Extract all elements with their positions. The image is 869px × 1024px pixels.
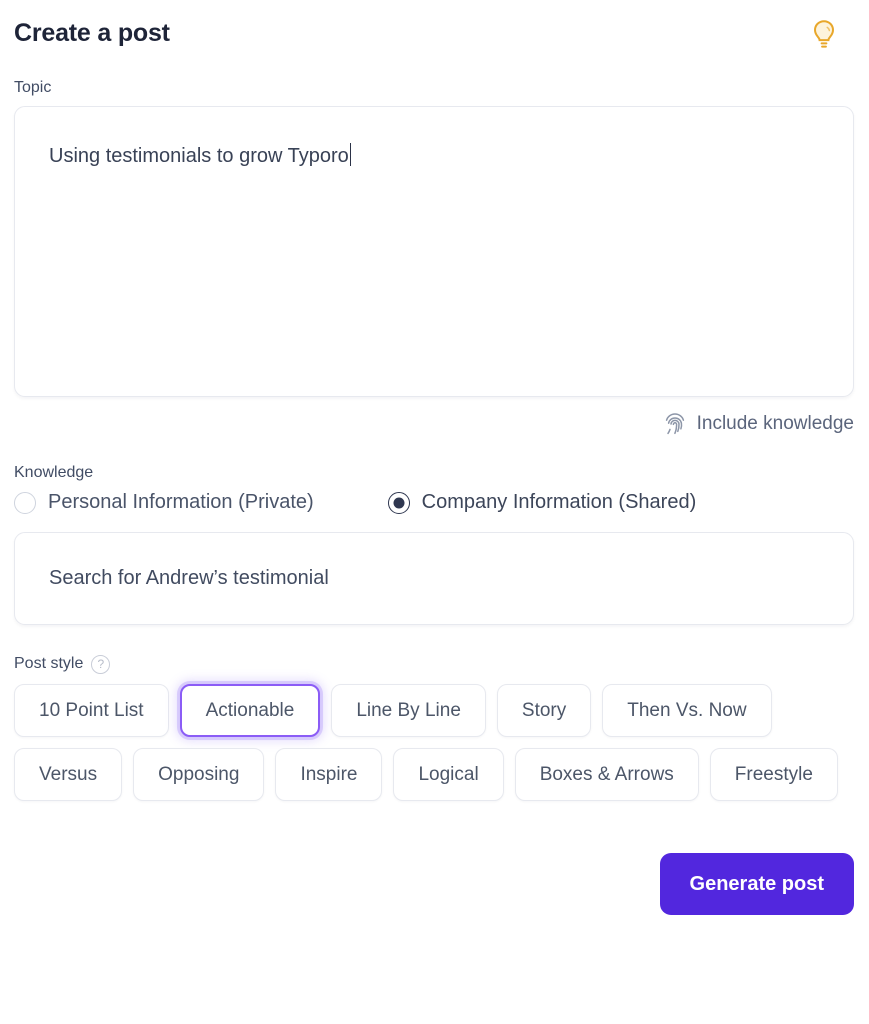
help-circle-icon[interactable]: ?: [91, 655, 111, 674]
panel-footer: Generate post: [14, 853, 854, 915]
knowledge-option-company-label: Company Information (Shared): [421, 491, 697, 513]
knowledge-option-personal-label: Personal Information (Private): [48, 491, 314, 513]
post-style-chip[interactable]: Inspire: [275, 748, 383, 801]
topic-input[interactable]: Using testimonials to grow Typoro: [14, 106, 854, 397]
radio-icon-personal[interactable]: [14, 491, 36, 514]
panel-header: Create a post: [14, 0, 855, 52]
post-style-chip[interactable]: Logical: [393, 748, 504, 801]
post-style-chip[interactable]: Opposing: [133, 748, 265, 801]
post-style-chip[interactable]: Then Vs. Now: [602, 684, 772, 737]
text-caret: [349, 143, 351, 166]
page-title: Create a post: [14, 19, 170, 48]
knowledge-search-input[interactable]: Search for Andrew’s testimonial: [14, 532, 854, 625]
post-style-chip[interactable]: Versus: [14, 748, 123, 801]
post-style-chip[interactable]: 10 Point List: [14, 684, 169, 737]
knowledge-label: Knowledge: [14, 464, 94, 481]
topic-value: Using testimonials to grow Typoro: [49, 145, 349, 167]
radio-icon-company[interactable]: [387, 491, 410, 514]
post-style-chip-selected[interactable]: Actionable: [179, 684, 321, 737]
post-style-chip[interactable]: Boxes & Arrows: [514, 748, 699, 801]
knowledge-search-value: Search for Andrew’s testimonial: [49, 567, 329, 589]
include-knowledge-label: Include knowledge: [696, 413, 854, 434]
fingerprint-icon: [663, 411, 687, 437]
post-style-options: 10 Point List Actionable Line By Line St…: [14, 684, 854, 801]
post-style-chip[interactable]: Freestyle: [709, 748, 838, 801]
knowledge-option-personal[interactable]: Personal Information (Private): [14, 491, 314, 514]
create-post-panel: Create a post Topic Using testimonials t…: [0, 0, 869, 1024]
topic-label: Topic: [14, 79, 52, 96]
post-style-label-row: Post style ?: [14, 653, 855, 674]
include-knowledge-button[interactable]: Include knowledge: [14, 411, 855, 437]
lightbulb-icon[interactable]: [807, 17, 841, 51]
post-style-label: Post style: [14, 654, 84, 672]
post-style-chip[interactable]: Line By Line: [331, 684, 486, 737]
generate-post-button[interactable]: Generate post: [659, 853, 854, 915]
knowledge-radio-group: Personal Information (Private) Company I…: [14, 491, 855, 514]
knowledge-option-company[interactable]: Company Information (Shared): [387, 491, 697, 514]
post-style-chip[interactable]: Story: [496, 684, 592, 737]
